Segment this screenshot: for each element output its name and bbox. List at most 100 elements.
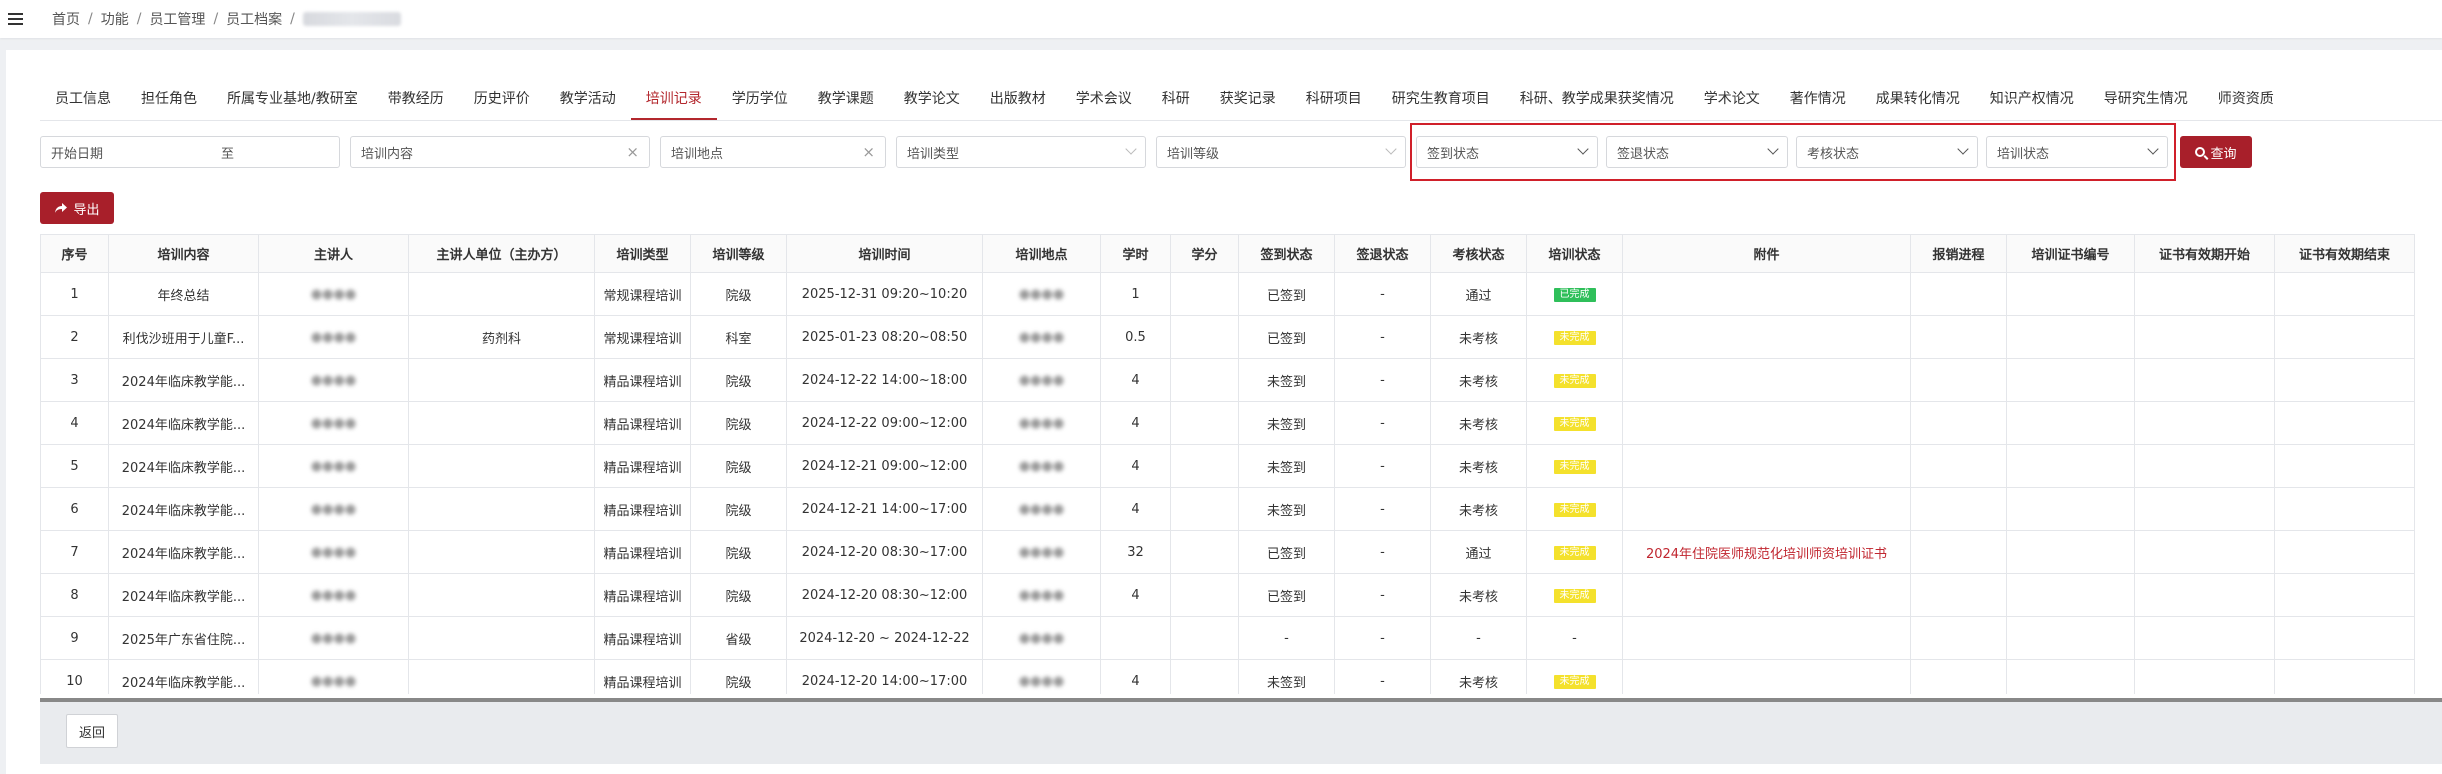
breadcrumb-staff-management[interactable]: 员工管理 xyxy=(149,9,205,29)
location-input[interactable]: 培训地点 × xyxy=(660,136,886,168)
cell-credit xyxy=(1170,358,1239,402)
date-range-separator: 至 xyxy=(221,146,235,162)
tab-6[interactable]: 培训记录 xyxy=(630,82,717,120)
tab-12[interactable]: 科研 xyxy=(1147,82,1205,120)
tab-17[interactable]: 学术论文 xyxy=(1689,82,1775,120)
tab-3[interactable]: 带教经历 xyxy=(373,82,459,120)
status-badge: 未完成 xyxy=(1553,546,1596,560)
export-button[interactable]: 导出 xyxy=(40,192,114,224)
cell-type: 精品课程培训 xyxy=(594,444,691,488)
query-button[interactable]: 查询 xyxy=(2180,136,2252,168)
back-button[interactable]: 返回 xyxy=(66,714,118,748)
cell-content: 2024年临床教学能... xyxy=(108,444,259,488)
tab-21[interactable]: 导研究生情况 xyxy=(2089,82,2203,120)
tab-18[interactable]: 著作情况 xyxy=(1775,82,1861,120)
cell-hours: 1 xyxy=(1100,272,1171,316)
training-table-container[interactable]: 序号 培训内容 主讲人 主讲人单位（主办方） 培训类型 培训等级 培训时间 培训地点 学时 学分签… xyxy=(40,234,2442,694)
content-input[interactable]: 培训内容 × xyxy=(350,136,650,168)
breadcrumb-redacted xyxy=(302,12,401,26)
clear-icon[interactable]: × xyxy=(626,143,639,161)
cell-empty xyxy=(2006,616,2135,660)
cell-hours: 4 xyxy=(1100,487,1171,531)
cell-assess: - xyxy=(1430,616,1527,660)
cell-signin: 未签到 xyxy=(1238,444,1335,488)
column-header: 培训地点 xyxy=(982,234,1101,273)
cell-time: 2024-12-22 09:00~12:00 xyxy=(786,401,983,445)
cell-type: 精品课程培训 xyxy=(594,616,691,660)
cell-empty xyxy=(2274,659,2415,694)
tab-2[interactable]: 所属专业基地/教研室 xyxy=(212,82,373,120)
tab-10[interactable]: 出版教材 xyxy=(975,82,1061,120)
tab-19[interactable]: 成果转化情况 xyxy=(1861,82,1975,120)
cell-empty xyxy=(2134,444,2275,488)
cell-empty xyxy=(1910,315,2007,359)
tab-11[interactable]: 学术会议 xyxy=(1061,82,1147,120)
table-row[interactable]: 8 2024年临床教学能... ●●●● 精品课程培训 院级 2024-12-20 08:… xyxy=(40,573,2415,617)
cell-time: 2025-01-23 08:20~08:50 xyxy=(786,315,983,359)
breadcrumb-function[interactable]: 功能 xyxy=(101,9,129,29)
column-header: 学时 xyxy=(1100,234,1171,273)
cell-empty xyxy=(1910,444,2007,488)
table-row[interactable]: 1 年终总结 ●●●● 常规课程培训 院级 2025-12-31 09:20~10:20 ●… xyxy=(40,272,2415,316)
cell-status: - xyxy=(1526,616,1623,660)
breadcrumb-home[interactable]: 首页 xyxy=(52,9,80,29)
column-header: 证书有效期开始 xyxy=(2134,234,2275,273)
cell-status: 未完成 xyxy=(1526,358,1623,402)
cell-redacted: ●●●● xyxy=(258,616,409,660)
cell-redacted: ●●●● xyxy=(982,272,1101,316)
tab-14[interactable]: 科研项目 xyxy=(1291,82,1377,120)
cell-empty xyxy=(2006,487,2135,531)
status-badge: 未完成 xyxy=(1553,589,1596,603)
tab-20[interactable]: 知识产权情况 xyxy=(1975,82,2089,120)
cell-signin: - xyxy=(1238,616,1335,660)
tab-0[interactable]: 员工信息 xyxy=(40,82,126,120)
cell-redacted: ●●●● xyxy=(258,358,409,402)
cell-assess: 通过 xyxy=(1430,272,1527,316)
table-row[interactable]: 9 2025年广东省住院... ●●●● 精品课程培训 省级 2024-12-20 ~ 2… xyxy=(40,616,2415,660)
cell-empty xyxy=(2134,315,2275,359)
cell-no: 4 xyxy=(40,401,109,445)
level-select[interactable]: 培训等级 xyxy=(1156,136,1406,168)
tab-9[interactable]: 教学论文 xyxy=(889,82,975,120)
table-row[interactable]: 4 2024年临床教学能... ●●●● 精品课程培训 院级 2024-12-22 09:… xyxy=(40,401,2415,445)
table-row[interactable]: 2 利伐沙班用于儿童F... ●●●● 药剂科 常规课程培训 科室 2025-01-23 0… xyxy=(40,315,2415,359)
cell-no: 9 xyxy=(40,616,109,660)
cell-level: 院级 xyxy=(690,401,787,445)
clear-icon[interactable]: × xyxy=(862,143,875,161)
cell-empty xyxy=(1910,616,2007,660)
table-row[interactable]: 5 2024年临床教学能... ●●●● 精品课程培训 院级 2024-12-21 09:… xyxy=(40,444,2415,488)
column-header: 证书有效期结束 xyxy=(2274,234,2415,273)
table-row[interactable]: 7 2024年临床教学能... ●●●● 精品课程培训 院级 2024-12-20 08:… xyxy=(40,530,2415,574)
column-header: 培训时间 xyxy=(786,234,983,273)
cell-attachment xyxy=(1622,358,1911,402)
tab-7[interactable]: 学历学位 xyxy=(717,82,803,120)
tab-22[interactable]: 师资资质 xyxy=(2203,82,2289,120)
search-icon xyxy=(2195,147,2206,157)
table-row[interactable]: 3 2024年临床教学能... ●●●● 精品课程培训 院级 2024-12-22 14:… xyxy=(40,358,2415,402)
attachment-link[interactable]: 2024年住院医师规范化培训师资培训证书 xyxy=(1646,547,1887,562)
tab-13[interactable]: 获奖记录 xyxy=(1205,82,1291,120)
tab-15[interactable]: 研究生教育项目 xyxy=(1377,82,1505,120)
cell-assess: 未考核 xyxy=(1430,358,1527,402)
breadcrumb-staff-archive[interactable]: 员工档案 xyxy=(226,9,282,29)
table-row[interactable]: 10 2024年临床教学能... ●●●● 精品课程培训 院级 2024-12-20 14… xyxy=(40,659,2415,694)
cell-unit xyxy=(408,401,595,445)
cell-signin: 未签到 xyxy=(1238,401,1335,445)
tab-4[interactable]: 历史评价 xyxy=(459,82,545,120)
cell-redacted: ●●●● xyxy=(982,659,1101,694)
cell-type: 精品课程培训 xyxy=(594,573,691,617)
date-range-input[interactable]: 开始日期 至 xyxy=(40,136,340,168)
status-filters-highlight xyxy=(1410,123,2176,181)
cell-redacted: ●●●● xyxy=(982,401,1101,445)
cell-redacted: ●●●● xyxy=(982,358,1101,402)
cell-unit xyxy=(408,358,595,402)
cell-empty xyxy=(1910,573,2007,617)
tab-16[interactable]: 科研、教学成果获奖情况 xyxy=(1505,82,1689,120)
table-row[interactable]: 6 2024年临床教学能... ●●●● 精品课程培训 院级 2024-12-21 14:… xyxy=(40,487,2415,531)
tab-8[interactable]: 教学课题 xyxy=(803,82,889,120)
tab-1[interactable]: 担任角色 xyxy=(126,82,212,120)
type-select[interactable]: 培训类型 xyxy=(896,136,1146,168)
hamburger-menu-icon[interactable] xyxy=(0,0,30,38)
cell-unit xyxy=(408,444,595,488)
tab-5[interactable]: 教学活动 xyxy=(545,82,631,120)
